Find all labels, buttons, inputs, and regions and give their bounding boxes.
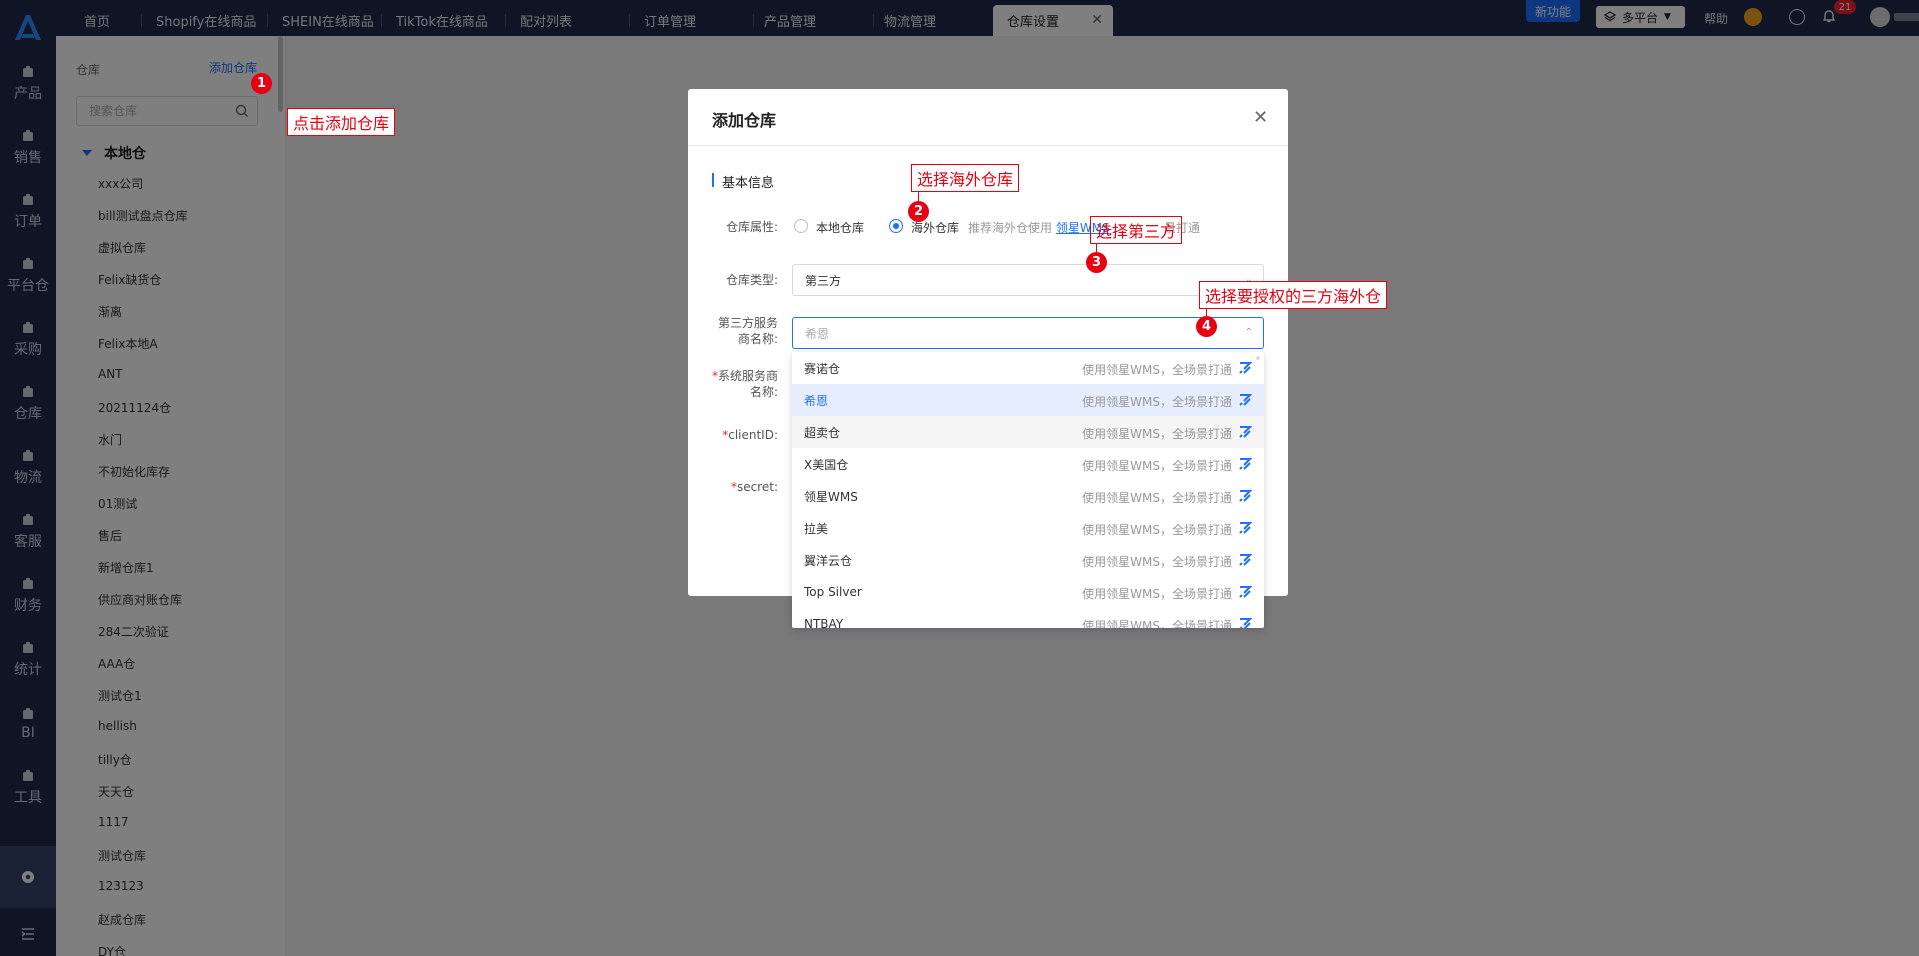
- option-label: 超卖仓: [804, 425, 841, 440]
- step-marker: 4: [1196, 316, 1217, 337]
- lingxing-logo-icon: [1238, 585, 1253, 599]
- step-marker: 2: [908, 201, 929, 222]
- dropdown-option[interactable]: NTBAY 使用领星WMS，全场景打通: [792, 608, 1264, 628]
- option-hint: 使用领星WMS，全场景打通: [1082, 427, 1232, 441]
- hint-text: 推荐海外仓使用: [968, 221, 1053, 235]
- annotation-leader: [1096, 244, 1097, 252]
- select-value: 第三方: [805, 273, 842, 288]
- warehouse-attr-label: 仓库属性:: [725, 220, 778, 234]
- label-line: 第三方服务: [717, 316, 778, 330]
- annotation-note: 选择第三方: [1090, 216, 1183, 244]
- radio-overseas-warehouse[interactable]: [889, 219, 903, 233]
- option-label: 赛诺仓: [804, 361, 841, 376]
- option-hint: 使用领星WMS，全场景打通: [1082, 363, 1232, 377]
- dropdown-option[interactable]: Top Silver 使用领星WMS，全场景打通: [792, 576, 1264, 608]
- option-hint: 使用领星WMS，全场景打通: [1082, 555, 1232, 569]
- option-hint: 使用领星WMS，全场景打通: [1082, 459, 1232, 473]
- option-hint: 使用领星WMS，全场景打通: [1082, 395, 1232, 409]
- dropdown-option[interactable]: 翼洋云仓 使用领星WMS，全场景打通: [792, 544, 1264, 576]
- lingxing-logo-icon: [1238, 361, 1253, 375]
- dropdown-option[interactable]: X美国仓 使用领星WMS，全场景打通: [792, 448, 1264, 480]
- secret-label: *secret:: [698, 480, 778, 494]
- provider-dropdown: 赛诺仓 使用领星WMS，全场景打通 希恩 使用领星WMS，全场景打通 超卖仓 使用领星WM…: [792, 352, 1264, 628]
- annotation-leader: [1206, 308, 1207, 316]
- label-line: 名称:: [749, 385, 778, 399]
- divider: [688, 145, 1288, 146]
- option-label: NTBAY: [804, 617, 844, 628]
- lingxing-logo-icon: [1238, 521, 1253, 535]
- lingxing-logo-icon: [1238, 489, 1253, 503]
- label-line: 系统服务商: [717, 369, 778, 383]
- dropdown-option[interactable]: 领星WMS 使用领星WMS，全场景打通: [792, 480, 1264, 512]
- label-line: 商名称:: [737, 332, 778, 346]
- option-label: 领星WMS: [804, 489, 858, 504]
- warehouse-type-select[interactable]: 第三方 ⌄: [792, 264, 1264, 296]
- lingxing-logo-icon: [1238, 553, 1253, 567]
- modal-title: 添加仓库: [712, 111, 777, 130]
- close-icon[interactable]: ✕: [1253, 107, 1268, 128]
- warehouse-type-label: 仓库类型:: [725, 273, 778, 287]
- lingxing-logo-icon: [1238, 617, 1253, 628]
- dropdown-option[interactable]: 希恩 使用领星WMS，全场景打通: [792, 384, 1264, 416]
- option-hint: 使用领星WMS，全场景打通: [1082, 523, 1232, 537]
- radio-local-warehouse[interactable]: [794, 219, 808, 233]
- system-provider-label: *系统服务商 名称:: [698, 368, 778, 400]
- scrollbar[interactable]: [1256, 356, 1260, 360]
- annotation-note: 选择海外仓库: [911, 164, 1020, 192]
- select-value: 希恩: [805, 326, 830, 341]
- lingxing-logo-icon: [1238, 457, 1253, 471]
- option-label: X美国仓: [804, 457, 849, 472]
- dropdown-option[interactable]: 赛诺仓 使用领星WMS，全场景打通: [792, 352, 1264, 384]
- lingxing-logo-icon: [1238, 425, 1253, 439]
- option-hint: 使用领星WMS，全场景打通: [1082, 587, 1232, 601]
- section-marker: [712, 173, 714, 187]
- provider-name-label: 第三方服务 商名称:: [698, 315, 778, 347]
- chevron-up-icon: ⌃: [1244, 327, 1253, 338]
- client-id-label: *clientID:: [698, 428, 778, 442]
- option-hint: 使用领星WMS，全场景打通: [1082, 491, 1232, 505]
- option-label: Top Silver: [804, 585, 862, 599]
- dropdown-option[interactable]: 超卖仓 使用领星WMS，全场景打通: [792, 416, 1264, 448]
- option-label: 翼洋云仓: [804, 553, 853, 568]
- step-marker: 1: [251, 73, 272, 94]
- radio-local-label[interactable]: 本地仓库: [816, 219, 864, 236]
- label-text: clientID:: [728, 428, 778, 442]
- label-text: secret:: [736, 480, 778, 494]
- step-marker: 3: [1086, 252, 1107, 273]
- option-label: 拉美: [804, 521, 829, 536]
- annotation-note: 选择要授权的三方海外仓: [1199, 281, 1388, 309]
- section-title: 基本信息: [722, 176, 775, 191]
- provider-name-select[interactable]: 希恩 ⌃: [792, 317, 1264, 349]
- overseas-hint: 推荐海外仓使用 领星WMS: [968, 219, 1110, 236]
- option-hint: 使用领星WMS，全场景打通: [1082, 619, 1232, 628]
- annotation-note: 点击添加仓库: [287, 108, 396, 136]
- lingxing-logo-icon: [1238, 393, 1253, 407]
- option-label: 希恩: [804, 393, 829, 408]
- dropdown-option[interactable]: 拉美 使用领星WMS，全场景打通: [792, 512, 1264, 544]
